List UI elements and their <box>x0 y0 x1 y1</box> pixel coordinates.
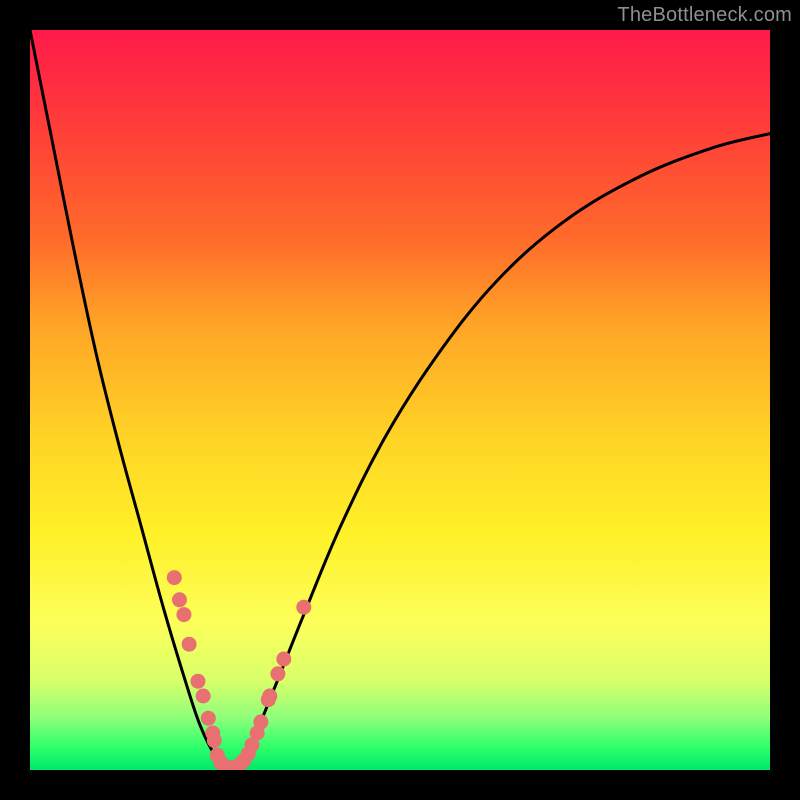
watermark-text: TheBottleneck.com <box>617 4 792 27</box>
plot-gradient-area <box>30 30 770 770</box>
chart-container: TheBottleneck.com <box>0 0 800 800</box>
